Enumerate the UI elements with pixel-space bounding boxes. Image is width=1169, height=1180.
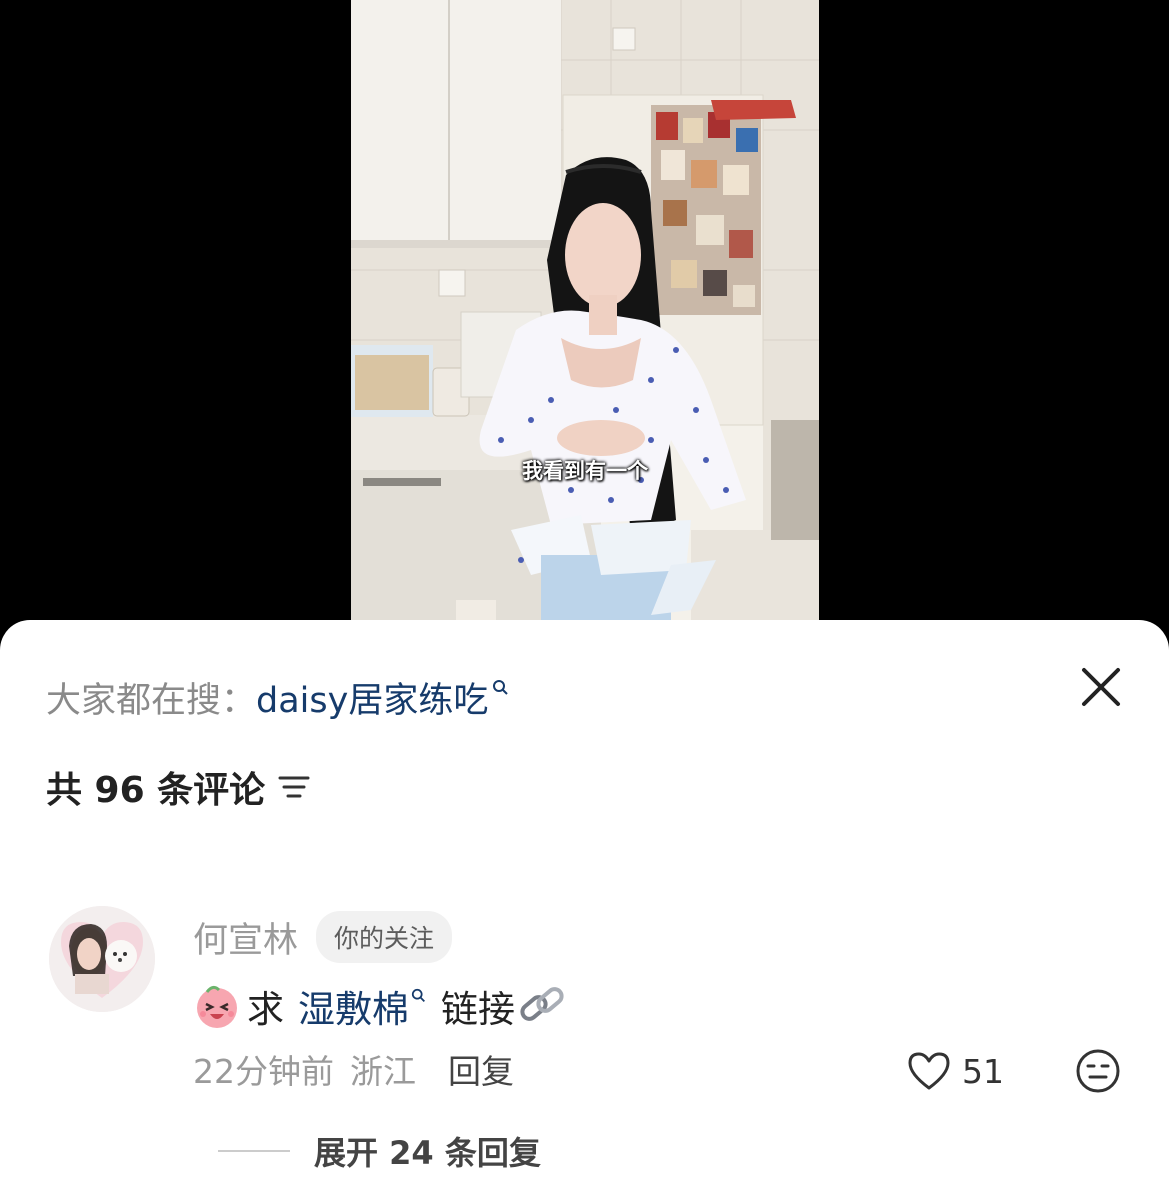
comment-text-suffix: 链接	[441, 988, 515, 1031]
comment-meta: 22分钟前 浙江 回复	[193, 1046, 514, 1092]
avatar-image	[49, 906, 155, 1012]
trending-search-prefix: 大家都在搜：	[46, 680, 257, 721]
search-hint-icon	[411, 988, 425, 1002]
video-frame	[351, 0, 819, 620]
sort-icon[interactable]	[277, 772, 311, 802]
emoji-face-icon[interactable]	[1075, 1048, 1121, 1094]
comment-text-prefix: 求	[247, 988, 284, 1031]
following-badge: 你的关注	[316, 911, 453, 963]
heart-icon	[908, 1052, 950, 1090]
trending-search-bar[interactable]: 大家都在搜： daisy居家练吃	[46, 672, 510, 722]
expand-replies-label: 展开 24 条回复	[314, 1134, 541, 1172]
search-hint-icon	[493, 680, 509, 695]
close-icon[interactable]	[1078, 664, 1124, 710]
expand-replies-button[interactable]: 展开 24 条回复	[218, 1128, 541, 1174]
video-player[interactable]: 我看到有一个	[351, 0, 819, 620]
video-subtitle: 我看到有一个	[522, 459, 648, 483]
comment-location: 浙江	[350, 1052, 416, 1091]
reply-button[interactable]: 回复	[448, 1045, 514, 1093]
emoji-sticker-icon	[197, 985, 237, 1028]
expand-divider	[218, 1150, 290, 1152]
chain-link-icon	[520, 987, 564, 1021]
comments-panel: 大家都在搜： daisy居家练吃 共 96 条评论 何宣林 你的关注 求 湿敷棉…	[0, 620, 1169, 1180]
like-button[interactable]: 51	[906, 1048, 1004, 1094]
avatar[interactable]	[49, 906, 155, 1012]
comment-time: 22分钟前	[193, 1052, 334, 1091]
comment-author-row: 何宣林 你的关注	[193, 911, 453, 963]
comment-author-name[interactable]: 何宣林	[193, 912, 298, 963]
trending-search-term[interactable]: daisy居家练吃	[256, 672, 488, 723]
like-count: 51	[962, 1051, 1004, 1091]
comment-keyword-link[interactable]: 湿敷棉	[298, 979, 409, 1033]
comment-count: 共 96 条评论	[46, 770, 266, 811]
comment-text: 求 湿敷棉 链接	[193, 978, 571, 1034]
comment-count-header: 共 96 条评论	[46, 762, 311, 812]
